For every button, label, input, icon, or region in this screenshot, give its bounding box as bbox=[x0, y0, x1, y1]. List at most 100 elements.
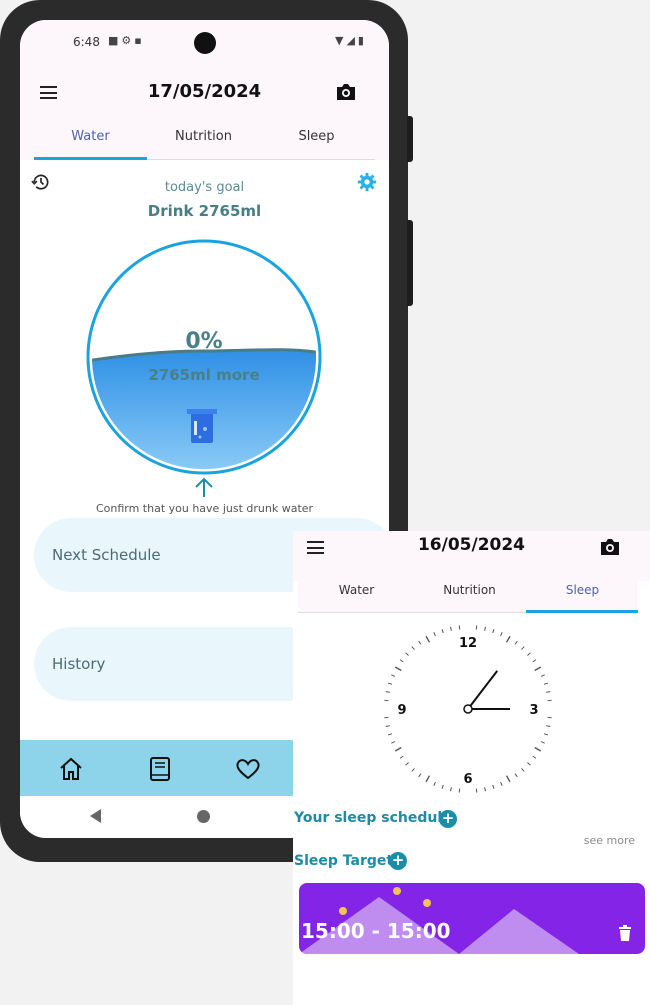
clock-tick bbox=[546, 691, 551, 693]
clock-tick bbox=[394, 746, 402, 752]
clock-tick bbox=[484, 787, 486, 792]
water-gauge-graphic bbox=[86, 239, 322, 475]
water-progress-gauge[interactable]: 0% 2765ml more bbox=[86, 239, 322, 475]
clock-tick bbox=[540, 741, 545, 744]
home-icon[interactable] bbox=[58, 756, 84, 782]
clock-tick bbox=[505, 635, 511, 643]
clock-tick bbox=[514, 640, 518, 645]
clock-tick bbox=[484, 626, 486, 631]
clock-number-3: 3 bbox=[529, 703, 538, 718]
clock-tick bbox=[500, 781, 503, 786]
clock-tick bbox=[399, 659, 404, 663]
analog-clock: 12 3 6 9 bbox=[384, 625, 552, 793]
clock-tick bbox=[521, 646, 525, 650]
sleep-schedule-heading: Your sleep schedule bbox=[294, 810, 452, 826]
clock-tick bbox=[543, 682, 549, 685]
clock-tick bbox=[492, 784, 495, 790]
clock-tick bbox=[391, 741, 396, 744]
phone-volume-button bbox=[407, 220, 413, 306]
clock-tick bbox=[394, 666, 402, 672]
clock-tick bbox=[527, 652, 531, 656]
clock-tick bbox=[391, 674, 396, 677]
sleep-target-time: 15:00 - 15:00 bbox=[301, 919, 451, 943]
clock-tick bbox=[521, 768, 525, 772]
phone-side-button bbox=[407, 116, 413, 162]
notification-icons: ■⚙▪ bbox=[108, 34, 145, 47]
clock-tick bbox=[450, 626, 452, 631]
clock-tick bbox=[540, 674, 545, 677]
clock-tick bbox=[543, 733, 549, 736]
clock-tick bbox=[514, 773, 518, 778]
status-time: 6:48 bbox=[73, 35, 100, 49]
sleep-target-card[interactable]: 15:00 - 15:00 bbox=[299, 883, 645, 954]
tab-bar: Water Nutrition Sleep bbox=[34, 120, 375, 160]
panel-tab-indicator bbox=[526, 610, 638, 613]
goal-label: today's goal bbox=[164, 180, 245, 195]
add-sleep-target-button[interactable]: + bbox=[389, 852, 407, 870]
signal-battery-icons: ▼◢▮ bbox=[335, 34, 367, 47]
camera-icon[interactable] bbox=[336, 83, 356, 101]
clock-number-9: 9 bbox=[397, 703, 406, 718]
clock-number-6: 6 bbox=[463, 772, 472, 787]
clock-tick bbox=[532, 659, 537, 663]
clock-tick bbox=[385, 691, 390, 693]
status-bar: 6:48 ■⚙▪ ▼◢▮ bbox=[20, 20, 389, 68]
system-back-icon[interactable] bbox=[90, 809, 101, 823]
clock-tick bbox=[534, 746, 542, 752]
clock-tick bbox=[411, 646, 415, 650]
clock-tick bbox=[387, 682, 393, 685]
tab-nutrition[interactable]: Nutrition bbox=[147, 120, 260, 160]
sleep-screen-panel: 16/05/2024 Water Nutrition Sleep 12 3 6 … bbox=[293, 531, 650, 1005]
clock-tick bbox=[405, 652, 409, 656]
tab-water[interactable]: Water bbox=[34, 120, 147, 160]
clock-tick bbox=[505, 775, 511, 783]
clock-tick bbox=[385, 725, 390, 727]
book-icon[interactable] bbox=[147, 756, 173, 782]
panel-tab-sleep[interactable]: Sleep bbox=[526, 571, 639, 613]
clock-tick bbox=[534, 666, 542, 672]
clock-tick bbox=[405, 762, 409, 766]
app-bar: 17/05/2024 bbox=[20, 68, 389, 120]
panel-tab-water[interactable]: Water bbox=[300, 571, 413, 613]
trash-icon[interactable] bbox=[619, 925, 631, 941]
clock-tick bbox=[387, 733, 393, 736]
clock-hour-hand bbox=[467, 670, 499, 710]
clock-tick bbox=[418, 640, 422, 645]
progress-percent: 0% bbox=[185, 329, 223, 354]
clock-tick bbox=[441, 784, 444, 790]
system-home-icon[interactable] bbox=[197, 810, 210, 823]
clock-tick bbox=[399, 755, 404, 759]
clock-tick bbox=[532, 755, 537, 759]
heart-icon[interactable] bbox=[235, 756, 261, 782]
tab-indicator bbox=[34, 157, 147, 160]
clock-center bbox=[463, 704, 473, 714]
arrow-up-icon[interactable] bbox=[194, 476, 214, 498]
clock-tick bbox=[425, 635, 431, 643]
clock-tick bbox=[546, 725, 551, 727]
clock-number-12: 12 bbox=[459, 636, 477, 651]
tab-sleep[interactable]: Sleep bbox=[260, 120, 373, 160]
clock-tick bbox=[418, 773, 422, 778]
water-glass-icon bbox=[187, 409, 217, 443]
remaining-amount: 2765ml more bbox=[148, 366, 260, 384]
clock-tick bbox=[425, 775, 431, 783]
clock-tick bbox=[492, 628, 495, 634]
clock-tick bbox=[433, 632, 436, 637]
clock-tick bbox=[450, 787, 452, 792]
panel-tab-bar: Water Nutrition Sleep bbox=[298, 571, 638, 613]
panel-tab-nutrition[interactable]: Nutrition bbox=[413, 571, 526, 613]
stage: 6:48 ■⚙▪ ▼◢▮ 17/05/2024 Water Nutrition … bbox=[0, 0, 650, 1005]
panel-page-title: 16/05/2024 bbox=[417, 535, 526, 555]
clock-tick bbox=[433, 781, 436, 786]
see-more-link[interactable]: see more bbox=[584, 834, 635, 847]
sleep-target-heading: Sleep Target bbox=[294, 853, 394, 869]
add-sleep-schedule-button[interactable]: + bbox=[439, 810, 457, 828]
clock-tick bbox=[527, 762, 531, 766]
goal-value: Drink 2765ml bbox=[147, 202, 262, 220]
clock-tick bbox=[500, 632, 503, 637]
panel-camera-icon[interactable] bbox=[600, 538, 620, 556]
clock-tick bbox=[441, 628, 444, 634]
confirm-drink-text[interactable]: Confirm that you have just drunk water bbox=[20, 502, 389, 515]
front-camera bbox=[194, 32, 216, 54]
page-title: 17/05/2024 bbox=[147, 81, 262, 102]
